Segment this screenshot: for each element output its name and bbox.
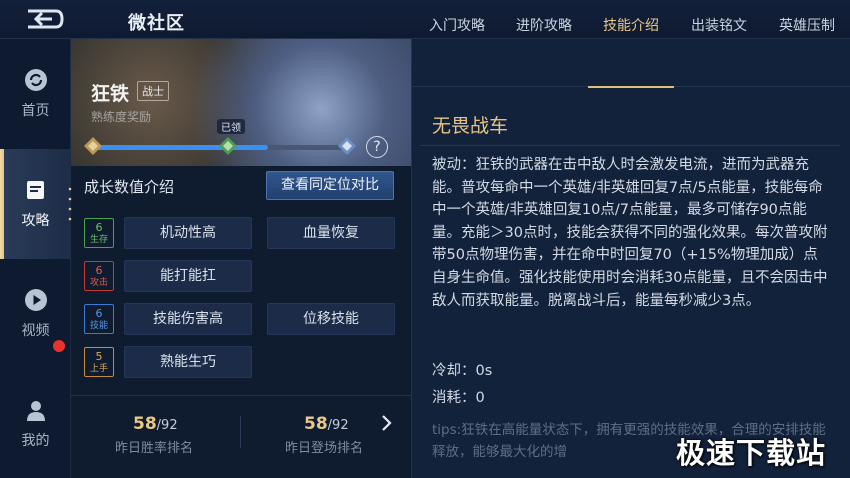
progress-fill xyxy=(95,145,268,150)
appearance-rank-label: 昨日登场排名 xyxy=(285,441,364,456)
page-title: 微社区 xyxy=(128,13,185,34)
sidebar-item-label: 视频 xyxy=(21,323,50,339)
help-button[interactable]: ? xyxy=(366,136,388,158)
rank-denominator: /92 xyxy=(156,418,178,433)
tag-chip: 血量恢复 xyxy=(267,217,395,249)
stat-value: 6 xyxy=(95,307,103,320)
stat-badge-skill: 6 技能 xyxy=(84,304,114,334)
stat-label: 攻击 xyxy=(89,278,108,288)
sidebar-item-label: 攻略 xyxy=(21,213,50,229)
rank-denominator: /92 xyxy=(327,418,349,433)
tab-equipment[interactable]: 出装铭文 xyxy=(691,15,747,35)
hero-banner[interactable]: 狂铁 战士 熟练度奖励 已领 ? xyxy=(71,39,411,166)
rank-badge-icon[interactable] xyxy=(337,136,357,156)
guide-icon xyxy=(26,181,44,199)
skill-description: 被动：狂铁的武器在击中敌人时会激发电流，进而为武器充能。普攻每命中一个英雄/非英… xyxy=(432,157,828,309)
stat-badge-survival: 6 生存 xyxy=(84,218,114,248)
tag-chip: 位移技能 xyxy=(267,303,395,335)
tag-chip: 技能伤害高 xyxy=(124,303,252,335)
refresh-icon xyxy=(24,69,47,91)
divider xyxy=(71,395,411,396)
rank-badge-icon[interactable] xyxy=(218,136,238,156)
sidebar-item-home[interactable]: 首页 xyxy=(0,39,71,149)
watermark: 极速下载站 xyxy=(676,436,827,470)
tag-chip: 机动性高 xyxy=(124,217,252,249)
tab-beginner[interactable]: 入门攻略 xyxy=(429,15,485,35)
stat-value: 6 xyxy=(95,221,103,234)
tag-chip: 熟能生巧 xyxy=(124,346,252,378)
hero-role-badge: 战士 xyxy=(137,81,169,101)
hero-name: 狂铁 xyxy=(91,83,130,105)
stat-badge-attack: 6 攻击 xyxy=(84,261,114,291)
claimed-badge: 已领 xyxy=(217,119,245,134)
skill-name: 无畏战车 xyxy=(432,115,509,137)
compare-button[interactable]: 查看同定位对比 xyxy=(266,171,394,200)
stat-label: 生存 xyxy=(89,235,108,245)
winrate-rank-label: 昨日胜率排名 xyxy=(115,441,194,456)
proficiency-label: 熟练度奖励 xyxy=(91,110,152,124)
tab-skills[interactable]: 技能介绍 xyxy=(603,15,659,35)
back-button[interactable] xyxy=(22,6,66,32)
active-tab-indicator xyxy=(588,86,674,88)
winrate-rank-value: 58/92 xyxy=(133,414,178,434)
sidebar-item-video[interactable]: 视频 xyxy=(0,259,71,369)
tab-counter[interactable]: 英雄压制 xyxy=(779,15,835,35)
sidebar-item-me[interactable]: 我的 xyxy=(0,369,71,478)
user-icon xyxy=(26,401,45,421)
play-icon xyxy=(24,289,47,311)
sidebar-item-label: 首页 xyxy=(21,103,50,119)
skill-cost: 消耗：0 xyxy=(432,390,485,406)
stat-label: 技能 xyxy=(89,321,108,331)
tab-advanced[interactable]: 进阶攻略 xyxy=(516,15,572,35)
notification-dot xyxy=(53,340,65,352)
stat-value: 6 xyxy=(95,264,103,277)
dots-decoration xyxy=(68,187,72,221)
skill-cooldown: 冷却：0s xyxy=(432,363,493,379)
growth-title: 成长数值介绍 xyxy=(84,178,175,196)
stat-label: 上手 xyxy=(89,364,108,374)
divider xyxy=(240,416,241,448)
stat-value: 5 xyxy=(95,350,103,363)
divider xyxy=(420,145,840,146)
appearance-rank-value: 58/92 xyxy=(304,414,349,434)
rank-numerator: 58 xyxy=(304,414,328,434)
chevron-right-icon[interactable] xyxy=(380,414,392,432)
tag-chip: 能打能扛 xyxy=(124,260,252,292)
rank-badge-icon[interactable] xyxy=(83,136,103,156)
rank-numerator: 58 xyxy=(133,414,157,434)
stat-badge-ease: 5 上手 xyxy=(84,347,114,377)
tab-bar xyxy=(411,39,850,87)
sidebar-item-guide[interactable]: 攻略 xyxy=(0,149,71,259)
sidebar-item-label: 我的 xyxy=(21,433,50,449)
